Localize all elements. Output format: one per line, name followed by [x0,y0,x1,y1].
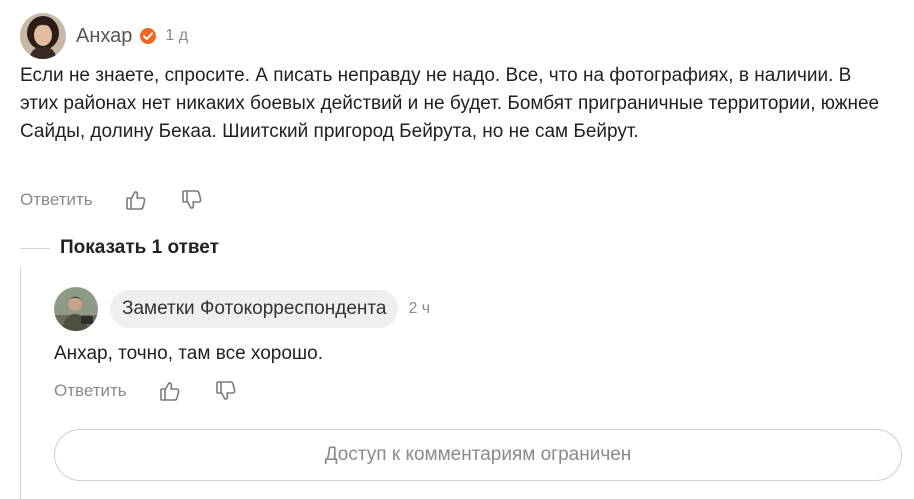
like-icon[interactable] [125,189,147,211]
reply-time: 2 ч [408,300,431,317]
reply-author-name[interactable]: Заметки Фотокорреспондента [110,290,399,328]
avatar[interactable] [20,13,66,59]
verified-badge-icon [139,27,157,45]
dislike-icon[interactable] [181,189,203,211]
comment-text: Если не знаете, спросите. А писать непра… [20,65,880,142]
comment-actions: Ответить [20,188,203,212]
comment-header: Анхар 1 д [20,13,188,59]
like-icon[interactable] [159,380,181,402]
comments-restricted-notice: Доступ к комментариям ограничен [54,429,902,481]
show-replies-button[interactable]: Показать 1 ответ [60,237,219,259]
avatar[interactable] [54,287,98,331]
dislike-icon[interactable] [215,380,237,402]
author-name[interactable]: Анхар [76,25,132,48]
reply-button[interactable]: Ответить [20,190,93,210]
comment-time: 1 д [165,27,189,44]
reply-button[interactable]: Ответить [54,381,127,401]
reply-header: Заметки Фотокорреспондента 2 ч [54,286,430,332]
restricted-label: Доступ к комментариям ограничен [324,444,632,465]
thread-line [20,267,21,499]
reply-actions: Ответить [54,379,237,403]
thread-line [20,248,50,249]
reply-text: Анхар, точно, там все хорошо. [54,343,323,364]
